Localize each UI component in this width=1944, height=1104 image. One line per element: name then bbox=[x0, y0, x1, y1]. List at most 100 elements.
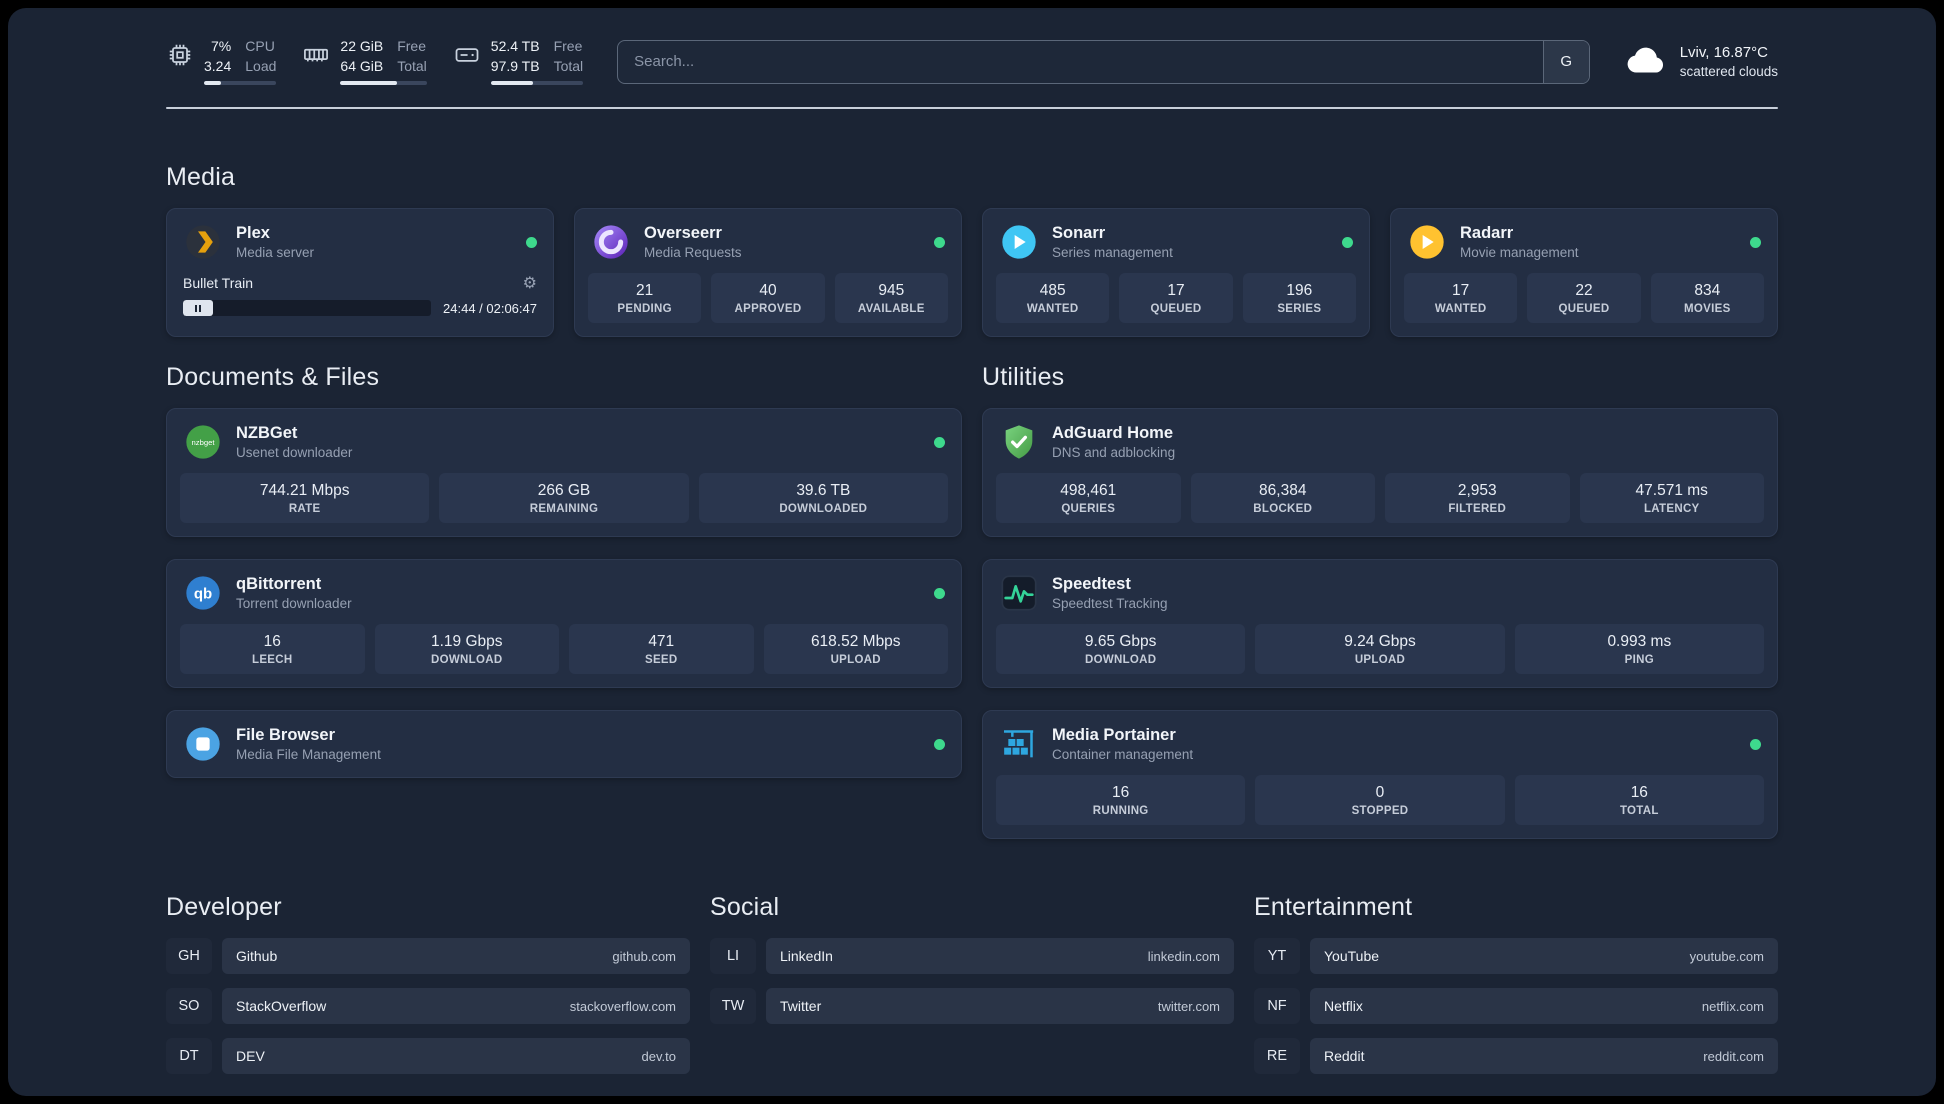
bookmark-name: Twitter bbox=[780, 998, 822, 1014]
stat-tile: 17 QUEUED bbox=[1119, 273, 1233, 323]
stat-tile: 196 SERIES bbox=[1242, 273, 1356, 323]
bookmark-url: reddit.com bbox=[1703, 1048, 1764, 1064]
filebrowser-icon bbox=[183, 724, 223, 764]
nzbget-icon: nzbget bbox=[183, 422, 223, 462]
stat-label: RUNNING bbox=[1092, 805, 1149, 817]
service-title: Overseerr bbox=[644, 224, 722, 242]
stat-label: UPLOAD bbox=[830, 654, 881, 666]
stat-value: 86,384 bbox=[1259, 482, 1307, 499]
bookmark-url: github.com bbox=[612, 948, 676, 964]
stat-value: 471 bbox=[648, 633, 675, 650]
weather-text: Lviv, 16.87°C scattered clouds bbox=[1680, 44, 1778, 79]
stat-label: BLOCKED bbox=[1253, 503, 1313, 515]
stat-label: QUEUED bbox=[1558, 303, 1610, 315]
disk-total-label: Total bbox=[553, 57, 584, 74]
stat-tile: 17 WANTED bbox=[1404, 273, 1518, 323]
stat-tile: 21 PENDING bbox=[588, 273, 702, 323]
status-dot bbox=[1342, 236, 1353, 248]
plex-icon bbox=[183, 222, 223, 262]
service-card-qbittorrent[interactable]: qb qBittorrent Torrent downloader 16 LEE… bbox=[166, 559, 962, 688]
service-subtitle: Speedtest Tracking bbox=[1052, 596, 1168, 611]
ram-readout: 22 GiB Free 64 GiB Total bbox=[340, 38, 427, 85]
bookmark-url: netflix.com bbox=[1701, 998, 1764, 1014]
cloud-icon bbox=[1624, 43, 1668, 80]
service-card-overseerr[interactable]: Overseerr Media Requests 21 PENDING 40 A… bbox=[574, 208, 962, 337]
stat-tile: 16 TOTAL bbox=[1514, 775, 1764, 825]
stat-label: APPROVED bbox=[734, 303, 802, 315]
stat-value: 22 bbox=[1575, 282, 1593, 299]
bookmark-netflix[interactable]: NF Netflix netflix.com bbox=[1254, 988, 1778, 1024]
stat-value: 17 bbox=[1167, 282, 1185, 299]
plex-now-playing: Bullet Train ⚙ 24:44 / 02:06:47 bbox=[167, 273, 553, 330]
disk-free-label: Free bbox=[553, 38, 583, 54]
bookmark-abbr: YT bbox=[1254, 938, 1300, 974]
documents-column: Documents & Files nzbget NZBGet Usenet d… bbox=[166, 363, 962, 839]
stat-tile: 266 GB REMAINING bbox=[439, 473, 689, 523]
service-subtitle: Usenet downloader bbox=[236, 445, 353, 460]
service-card-sonarr[interactable]: Sonarr Series management 485 WANTED 17 Q… bbox=[982, 208, 1370, 337]
bookmark-dev[interactable]: DT DEV dev.to bbox=[166, 1038, 690, 1074]
stat-label: AVAILABLE bbox=[857, 303, 925, 315]
stat-tile: 0.993 ms PING bbox=[1514, 624, 1764, 674]
bookmark-abbr: TW bbox=[710, 988, 756, 1024]
bookmark-url: dev.to bbox=[641, 1048, 676, 1064]
bookmark-github[interactable]: GH Github github.com bbox=[166, 938, 690, 974]
stat-label: SEED bbox=[644, 654, 678, 666]
search-engine-button[interactable]: G bbox=[1542, 40, 1589, 83]
stat-label: TOTAL bbox=[1619, 805, 1659, 817]
bookmark-group-entertainment: Entertainment YT YouTube youtube.com NF … bbox=[1254, 893, 1778, 1074]
middle-columns: Documents & Files nzbget NZBGet Usenet d… bbox=[166, 363, 1778, 839]
section-title-media: Media bbox=[166, 163, 236, 191]
service-subtitle: Container management bbox=[1052, 747, 1194, 762]
service-card-adguard[interactable]: AdGuard Home DNS and adblocking 498,461 … bbox=[982, 408, 1778, 537]
ram-usage-bar bbox=[340, 81, 427, 85]
stat-label: QUEUED bbox=[1150, 303, 1202, 315]
bookmark-stackoverflow[interactable]: SO StackOverflow stackoverflow.com bbox=[166, 988, 690, 1024]
pause-icon[interactable] bbox=[183, 300, 213, 316]
service-card-speedtest[interactable]: Speedtest Speedtest Tracking 9.65 Gbps D… bbox=[982, 559, 1778, 688]
svg-text:nzbget: nzbget bbox=[192, 438, 216, 447]
adguard-shield-icon bbox=[999, 422, 1039, 462]
stat-tile: 22 QUEUED bbox=[1527, 273, 1641, 323]
stat-tile: 86,384 BLOCKED bbox=[1190, 473, 1375, 523]
stat-label: LATENCY bbox=[1643, 503, 1700, 515]
bookmark-url: linkedin.com bbox=[1147, 948, 1220, 964]
stat-tile: 16 LEECH bbox=[180, 624, 365, 674]
disk-readout: 52.4 TB Free 97.9 TB Total bbox=[490, 38, 584, 85]
service-subtitle: Movie management bbox=[1460, 245, 1579, 260]
stat-tile: 498,461 QUERIES bbox=[996, 473, 1181, 523]
stat-tile: 485 WANTED bbox=[996, 273, 1110, 323]
service-title: Radarr bbox=[1460, 224, 1514, 242]
service-subtitle: Media Requests bbox=[644, 245, 742, 260]
stat-tile: 9.65 Gbps DOWNLOAD bbox=[996, 624, 1246, 674]
disk-icon bbox=[453, 41, 481, 74]
bookmark-linkedin[interactable]: LI LinkedIn linkedin.com bbox=[710, 938, 1234, 974]
stat-tile: 1.19 Gbps DOWNLOAD bbox=[374, 624, 559, 674]
service-card-filebrowser[interactable]: File Browser Media File Management bbox=[166, 710, 962, 778]
service-card-plex[interactable]: Plex Media server Bullet Train ⚙ 24:44 /… bbox=[166, 208, 554, 337]
search-input[interactable] bbox=[618, 40, 1543, 83]
bookmark-twitter[interactable]: TW Twitter twitter.com bbox=[710, 988, 1234, 1024]
status-dot bbox=[934, 236, 945, 248]
weather-widget[interactable]: Lviv, 16.87°C scattered clouds bbox=[1624, 43, 1778, 80]
section-title-social: Social bbox=[710, 893, 780, 921]
ram-monitor: 22 GiB Free 64 GiB Total bbox=[302, 38, 427, 85]
bookmark-youtube[interactable]: YT YouTube youtube.com bbox=[1254, 938, 1778, 974]
gear-icon[interactable]: ⚙ bbox=[523, 275, 537, 291]
stat-tile: 2,953 FILTERED bbox=[1385, 473, 1570, 523]
service-card-nzbget[interactable]: nzbget NZBGet Usenet downloader 744.21 M… bbox=[166, 408, 962, 537]
stat-tile: 47.571 ms LATENCY bbox=[1579, 473, 1764, 523]
disk-monitor: 52.4 TB Free 97.9 TB Total bbox=[453, 38, 584, 85]
service-card-portainer[interactable]: Media Portainer Container management 16 … bbox=[982, 710, 1778, 839]
disk-total-value: 97.9 TB bbox=[490, 57, 540, 74]
stat-tile: 0 STOPPED bbox=[1255, 775, 1505, 825]
bookmark-reddit[interactable]: RE Reddit reddit.com bbox=[1254, 1038, 1778, 1074]
status-dot bbox=[934, 587, 945, 599]
disk-usage-bar bbox=[490, 81, 584, 85]
portainer-crane-icon bbox=[999, 724, 1039, 764]
service-card-radarr[interactable]: Radarr Movie management 17 WANTED 22 QUE… bbox=[1390, 208, 1778, 337]
stat-value: 9.24 Gbps bbox=[1344, 633, 1416, 650]
stat-tile: 744.21 Mbps RATE bbox=[180, 473, 430, 523]
stat-value: 618.52 Mbps bbox=[810, 633, 901, 650]
playback-progress-bar[interactable] bbox=[183, 300, 432, 316]
